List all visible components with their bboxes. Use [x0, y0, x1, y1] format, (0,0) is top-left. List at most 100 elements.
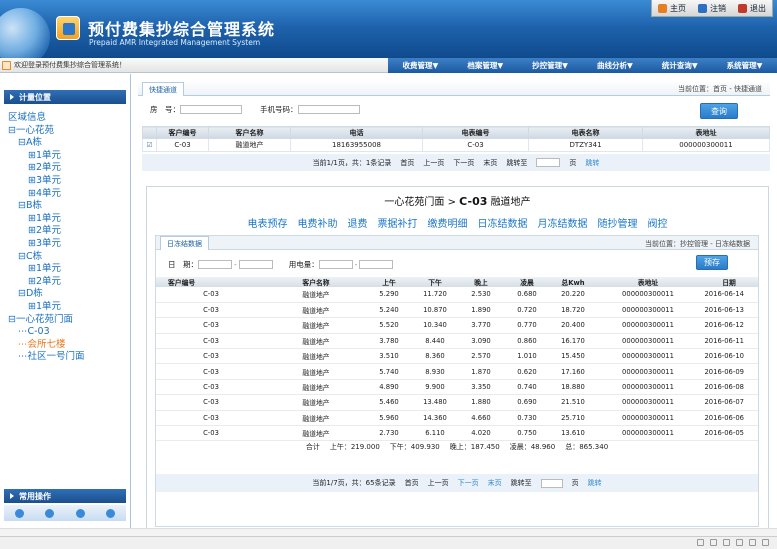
phone-input[interactable]: [297, 105, 360, 114]
table-row[interactable]: C-03 融道地产 2.730 6.110 4.020 0.750 13.610 000000…: [156, 425, 758, 442]
tree-node[interactable]: ⊟一心花苑门面: [8, 314, 85, 327]
table-row[interactable]: C-03 融道地产 3.510 8.360 2.570 1.010 15.450 000000…: [156, 348, 758, 365]
table-row[interactable]: C-03 融道地产 5.290 11.720 2.530 0.680 20.220 00000…: [156, 287, 758, 303]
pager-info: 当前1/7页，共：65条记录: [312, 479, 396, 487]
table-row[interactable]: C-03 融道地产 5.240 10.870 1.890 0.720 18.720 00000…: [156, 302, 758, 319]
tree-node[interactable]: ⊟一心花苑: [8, 125, 85, 138]
tree-node[interactable]: ⋯C-03: [8, 326, 85, 339]
pager-go[interactable]: 跳转: [585, 158, 599, 168]
total-cell: 晚上：187.450: [449, 443, 500, 452]
tree-node[interactable]: ⋯社区一号门面: [8, 351, 85, 364]
tree-node[interactable]: ⊞1单元: [8, 301, 85, 314]
date-dash: -: [234, 260, 237, 269]
menu-records[interactable]: 档案管理▼: [467, 60, 503, 71]
function-tab[interactable]: 电费补助: [298, 219, 338, 230]
usage-label: 用电量：: [288, 260, 319, 269]
pager-last[interactable]: 末页: [483, 158, 497, 168]
table-row[interactable]: C-03 融道地产 5.740 8.930 1.870 0.620 17.160 000000…: [156, 363, 758, 380]
tree-node[interactable]: ⊞2单元: [8, 162, 85, 175]
tree-node[interactable]: ⊟B栋: [8, 200, 85, 213]
tool-4-icon[interactable]: [106, 508, 116, 518]
cell: 10.870: [412, 302, 458, 319]
tree-node[interactable]: ⊞1单元: [8, 263, 85, 276]
date-from-input[interactable]: [198, 260, 232, 269]
table-row[interactable]: ☑ C-03 融道地产 18163955008 C-03 DTZY341 000…: [142, 138, 770, 152]
table-row[interactable]: C-03 融道地产 3.780 8.440 3.090 0.860 16.170 000000…: [156, 333, 758, 350]
cell: 1.890: [458, 302, 504, 319]
home-link[interactable]: 主页: [652, 0, 692, 16]
tree-node[interactable]: ⊞1单元: [8, 213, 85, 226]
tree-node[interactable]: ⊞4单元: [8, 188, 85, 201]
menu-statistics[interactable]: 统计查询▼: [662, 60, 698, 71]
tool-2-icon[interactable]: [45, 508, 55, 518]
table-row[interactable]: C-03 融道地产 5.520 10.340 3.770 0.770 20.400 00000…: [156, 317, 758, 334]
pager-page-input[interactable]: [540, 478, 563, 488]
tree-node[interactable]: ⊞2单元: [8, 276, 85, 289]
pager-go[interactable]: 跳转: [588, 478, 602, 488]
tree-node[interactable]: ⊟D栋: [8, 288, 85, 301]
cell: 0.860: [504, 333, 550, 350]
room-input[interactable]: [180, 105, 242, 114]
pager-first[interactable]: 首页: [400, 158, 414, 168]
usage-to-input[interactable]: [359, 260, 394, 269]
menu-reading-control[interactable]: 抄控管理▼: [532, 60, 568, 71]
function-tab[interactable]: 电表预存: [248, 219, 288, 230]
room-label: 房 号：: [150, 105, 180, 114]
tree-node[interactable]: ⊞3单元: [8, 175, 85, 188]
exit-link[interactable]: 退出: [732, 0, 772, 16]
cell: 2016-06-05: [700, 425, 758, 442]
table-row[interactable]: C-03 融道地产 5.960 14.360 4.660 0.730 25.710 00000…: [156, 410, 758, 427]
table-row[interactable]: C-03 融道地产 4.890 9.900 3.350 0.740 18.880 000000…: [156, 379, 758, 396]
pager-next[interactable]: 下一页: [453, 158, 474, 168]
sidebar-heading[interactable]: 计量位置: [4, 90, 126, 104]
pager-first[interactable]: 首页: [405, 478, 419, 488]
cell: 融道地产: [266, 287, 366, 303]
function-tab[interactable]: 缴费明细: [428, 219, 468, 230]
function-tab[interactable]: 日冻结数据: [478, 219, 528, 230]
pager-page-input[interactable]: [536, 158, 561, 167]
menu-system[interactable]: 系统管理▼: [727, 60, 763, 71]
tree-node[interactable]: ⊟C栋: [8, 251, 85, 264]
tool-3-icon[interactable]: [75, 508, 85, 518]
row-checkbox[interactable]: ☑: [142, 138, 157, 152]
tab-quick-access[interactable]: 快捷通道: [142, 82, 184, 96]
exit-label: 退出: [750, 3, 766, 13]
tab-daily-frozen[interactable]: 日冻结数据: [160, 236, 209, 250]
cell: 13.480: [412, 394, 458, 411]
function-tab[interactable]: 随抄管理: [598, 219, 638, 230]
logout-link[interactable]: 注销: [692, 0, 732, 16]
function-tab[interactable]: 退费: [348, 219, 368, 230]
prepay-button[interactable]: 预存: [696, 255, 728, 270]
function-tab[interactable]: 月冻结数据: [538, 219, 588, 230]
date-to-input[interactable]: [238, 260, 273, 269]
pager-last[interactable]: 末页: [488, 478, 502, 488]
tool-1-icon[interactable]: [14, 508, 24, 518]
cell: 13.610: [550, 425, 596, 442]
pager-prev[interactable]: 上一页: [423, 158, 444, 168]
total-cell: 合计: [305, 443, 320, 452]
sidebar-heading-common[interactable]: 常用操作: [4, 489, 126, 503]
cell: 18.720: [550, 302, 596, 319]
monitor-icon: [2, 60, 11, 70]
tree-node[interactable]: ⊟A栋: [8, 137, 85, 150]
pager-next[interactable]: 下一页: [458, 478, 479, 488]
tree-node[interactable]: 区域信息: [8, 112, 85, 125]
tree-node[interactable]: ⊞3单元: [8, 238, 85, 251]
menu-curve-analysis[interactable]: 曲线分析▼: [597, 60, 633, 71]
function-tab[interactable]: 阀控: [648, 219, 668, 230]
function-tab[interactable]: 票据补打: [378, 219, 418, 230]
pager-prev[interactable]: 上一页: [428, 478, 449, 488]
cell: 融道地产: [266, 425, 366, 442]
tree-node[interactable]: ⊞1单元: [8, 150, 85, 163]
main-content: 快捷通道 当前位置：首页 - 快捷通道 房 号： 手机号码： 查询 客户编号 客…: [138, 74, 777, 536]
horizontal-scrollbar[interactable]: [0, 528, 777, 536]
tree-node[interactable]: ⊞2单元: [8, 225, 85, 238]
cell: 融道地产: [266, 348, 366, 365]
customer-table: 客户编号 客户名称 电话 电表编号 电表名称 表地址 ☑ C-03 融道地产 1…: [142, 126, 770, 152]
search-button[interactable]: 查询: [700, 103, 738, 119]
cell: 融道地产: [208, 138, 291, 152]
tree-node[interactable]: ⋯会所七楼: [8, 339, 85, 352]
usage-from-input[interactable]: [318, 260, 353, 269]
table-row[interactable]: C-03 融道地产 5.460 13.480 1.880 0.690 21.510 00000…: [156, 394, 758, 411]
menu-billing[interactable]: 收费管理▼: [403, 60, 439, 71]
